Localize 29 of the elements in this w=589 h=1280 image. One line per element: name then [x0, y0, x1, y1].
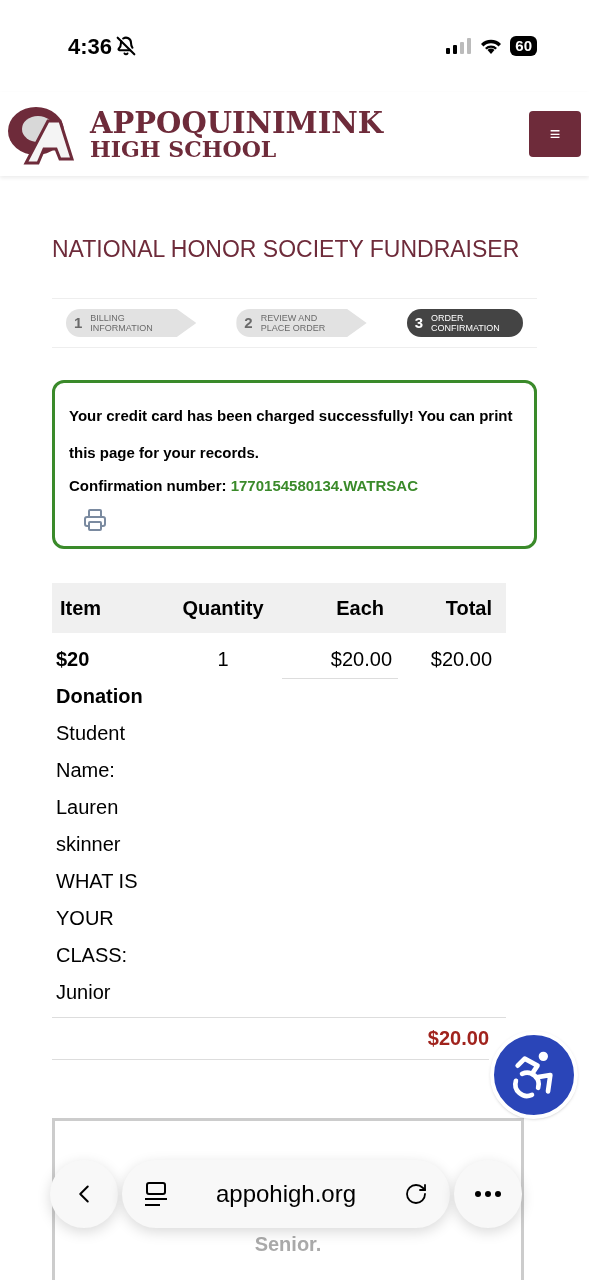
more-icon: [475, 1191, 501, 1197]
school-subtitle: HIGH SCHOOL: [90, 137, 277, 160]
school-name: APPOQUINIMINK: [90, 108, 383, 138]
menu-button[interactable]: ≡: [529, 111, 581, 157]
url-text[interactable]: appohigh.org: [215, 1176, 357, 1212]
column-header: Total: [444, 595, 493, 621]
notice-text: Senior.: [254, 1231, 322, 1257]
status-time: 4:36: [68, 32, 113, 61]
page-title: NATIONAL HONOR SOCIETY FUNDRAISER: [52, 235, 521, 264]
print-icon[interactable]: [83, 507, 107, 532]
item-details: Student Name: Lauren skinner WHAT IS YOUR CLASS: Junior: [56, 720, 139, 1005]
wifi-icon: [480, 38, 503, 54]
signal-icon: [446, 38, 473, 54]
total-cell-text: $20.00: [429, 646, 493, 672]
quantity-cell-text: 1: [216, 646, 230, 672]
bell-off-icon: [116, 36, 137, 56]
each-cell: $20.00: [282, 640, 398, 679]
confirmation-number: 1770154580134.WATRSAC: [230, 477, 418, 494]
tabs-icon[interactable]: [144, 1181, 168, 1207]
battery-icon: 60: [510, 36, 537, 56]
column-header: Item: [59, 595, 103, 621]
column-header: Quantity: [181, 595, 265, 621]
confirmation-label: Confirmation number:: [69, 477, 228, 494]
address-bar[interactable]: appohigh.org: [122, 1160, 450, 1228]
reload-icon[interactable]: [404, 1182, 428, 1206]
column-header: Each: [335, 595, 385, 621]
grand-total: $20.00: [427, 1026, 489, 1051]
success-message: Your credit card has been charged successfully! You can print this page for your records.: [69, 406, 514, 463]
item-name: $20 Donation: [56, 646, 144, 709]
